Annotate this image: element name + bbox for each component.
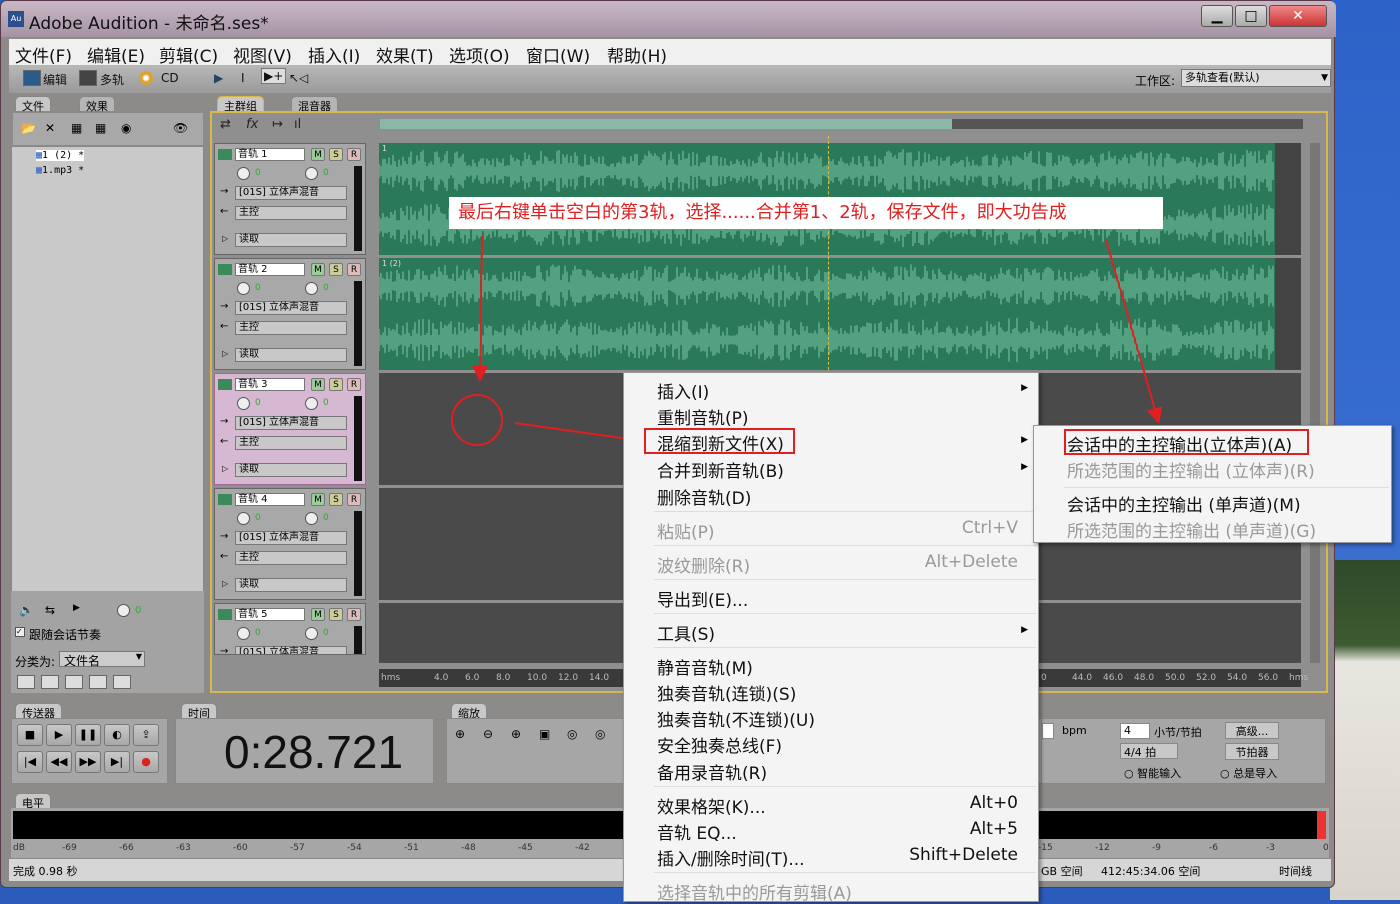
submenu-item[interactable]: 会话中的主控输出 (单声道)(M) — [1067, 491, 1301, 516]
shortcut-label: Alt+0 — [969, 793, 1018, 813]
menu-separator — [654, 786, 1036, 787]
submenu-item: 所选范围的主控输出 (单声道)(G) — [1067, 522, 1317, 542]
highlight-box — [1064, 429, 1309, 455]
menu-separator — [654, 579, 1036, 580]
menu-separator — [654, 511, 1036, 512]
context-menu-item[interactable]: 静音音轨(M) — [657, 654, 753, 679]
context-menu-item[interactable]: 工具(S) — [657, 620, 715, 645]
context-menu-item[interactable]: 删除音轨(D) — [657, 484, 751, 509]
submenu-item: 所选范围的主控输出 (立体声)(R) — [1067, 462, 1315, 482]
submenu-arrow-icon: ▶ — [1021, 435, 1028, 445]
context-menu-item[interactable]: 插入/删除时间(T)... — [657, 845, 805, 870]
context-menu-item: 粘贴(P) — [657, 523, 715, 543]
arrow-to-menu — [514, 422, 640, 447]
menu-separator — [1064, 487, 1389, 488]
highlight-circle — [451, 394, 503, 446]
menu-separator — [654, 545, 1036, 546]
context-menu-item[interactable]: 导出到(E)... — [657, 586, 748, 611]
menu-separator — [654, 872, 1036, 873]
context-menu-item[interactable]: 插入(I) — [657, 378, 709, 403]
shortcut-label: Alt+5 — [969, 819, 1018, 839]
submenu-arrow-icon: ▶ — [1021, 625, 1028, 635]
shortcut-label: Ctrl+V — [961, 518, 1018, 538]
arrow-down — [472, 235, 489, 382]
track-context-menu: 插入(I) ▶ 重制音轨(P) 混缩到新文件(X) ▶ 合并到新音轨(B) ▶ 删除音轨(D)… — [623, 372, 1039, 904]
context-menu-item[interactable]: 合并到新音轨(B) — [657, 457, 784, 482]
mixdown-submenu: 会话中的主控输出(立体声)(A) 所选范围的主控输出 (立体声)(R) 会话中的主控… — [1033, 425, 1392, 543]
context-menu-item[interactable]: 独奏音轨(不连锁)(U) — [657, 706, 815, 731]
menu-separator — [654, 613, 1036, 614]
context-menu-item[interactable]: 效果格架(K)... — [657, 793, 766, 818]
context-menu-item[interactable]: 音轨 EQ... — [657, 819, 737, 844]
arrow-to-option — [1105, 239, 1163, 424]
shortcut-label: Shift+Delete — [909, 845, 1018, 865]
shortcut-label: Alt+Delete — [924, 552, 1018, 572]
highlight-box — [644, 428, 795, 454]
context-menu-item[interactable]: 备用录音轨(R) — [657, 759, 767, 784]
context-menu-item[interactable]: 安全独奏总线(F) — [657, 732, 782, 757]
submenu-arrow-icon: ▶ — [1021, 462, 1028, 472]
submenu-arrow-icon: ▶ — [1021, 383, 1028, 393]
context-menu-item[interactable]: 独奏音轨(连锁)(S) — [657, 680, 796, 705]
menu-separator — [654, 647, 1036, 648]
context-menu-item: 选择音轨中的所有剪辑(A) — [657, 884, 852, 904]
context-menu-item: 波纹删除(R) — [657, 557, 751, 577]
context-menu-item[interactable]: 重制音轨(P) — [657, 404, 749, 429]
